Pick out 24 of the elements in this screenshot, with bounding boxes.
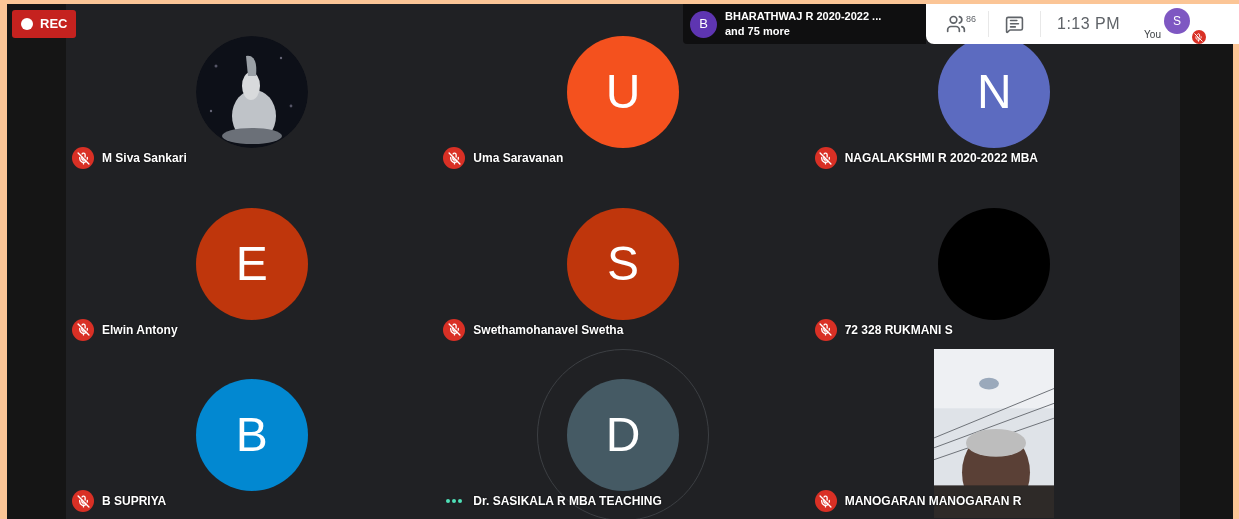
clock-time: 1:13 PM: [1057, 14, 1121, 34]
avatar: S: [567, 207, 679, 320]
recording-label: REC: [40, 15, 68, 34]
participant-name: MANOGARAN MANOGARAN R: [844, 493, 1022, 511]
presenter-name: BHARATHWAJ R 2020-2022 ...: [725, 9, 882, 24]
participant-name: B SUPRIYA: [102, 493, 167, 511]
participant-name: M Siva Sankari: [102, 150, 187, 167]
others-count: and 75 more: [725, 24, 791, 39]
avatar: B: [690, 10, 717, 38]
participant-name: NAGALAKSHMI R 2020-2022 MBA: [844, 150, 1039, 167]
avatar: S: [1164, 8, 1190, 34]
avatar: D: [567, 379, 679, 492]
participant-name: Swethamohanavel Swetha: [473, 321, 624, 339]
people-icon: [946, 14, 966, 34]
chat-icon: [1005, 14, 1024, 34]
participant-name: Dr. SASIKALA R MBA TEACHING: [473, 493, 662, 511]
avatar: B: [195, 379, 308, 492]
participant-name: Elwin Antony: [102, 321, 178, 339]
participants-button[interactable]: 86: [946, 14, 976, 34]
avatar: U: [567, 36, 679, 148]
avatar: E: [195, 207, 308, 320]
self-label: You: [1144, 28, 1161, 42]
participant-name: 72 328 RUKMANI S: [844, 321, 953, 339]
participant-name: Uma Saravanan: [473, 150, 564, 167]
